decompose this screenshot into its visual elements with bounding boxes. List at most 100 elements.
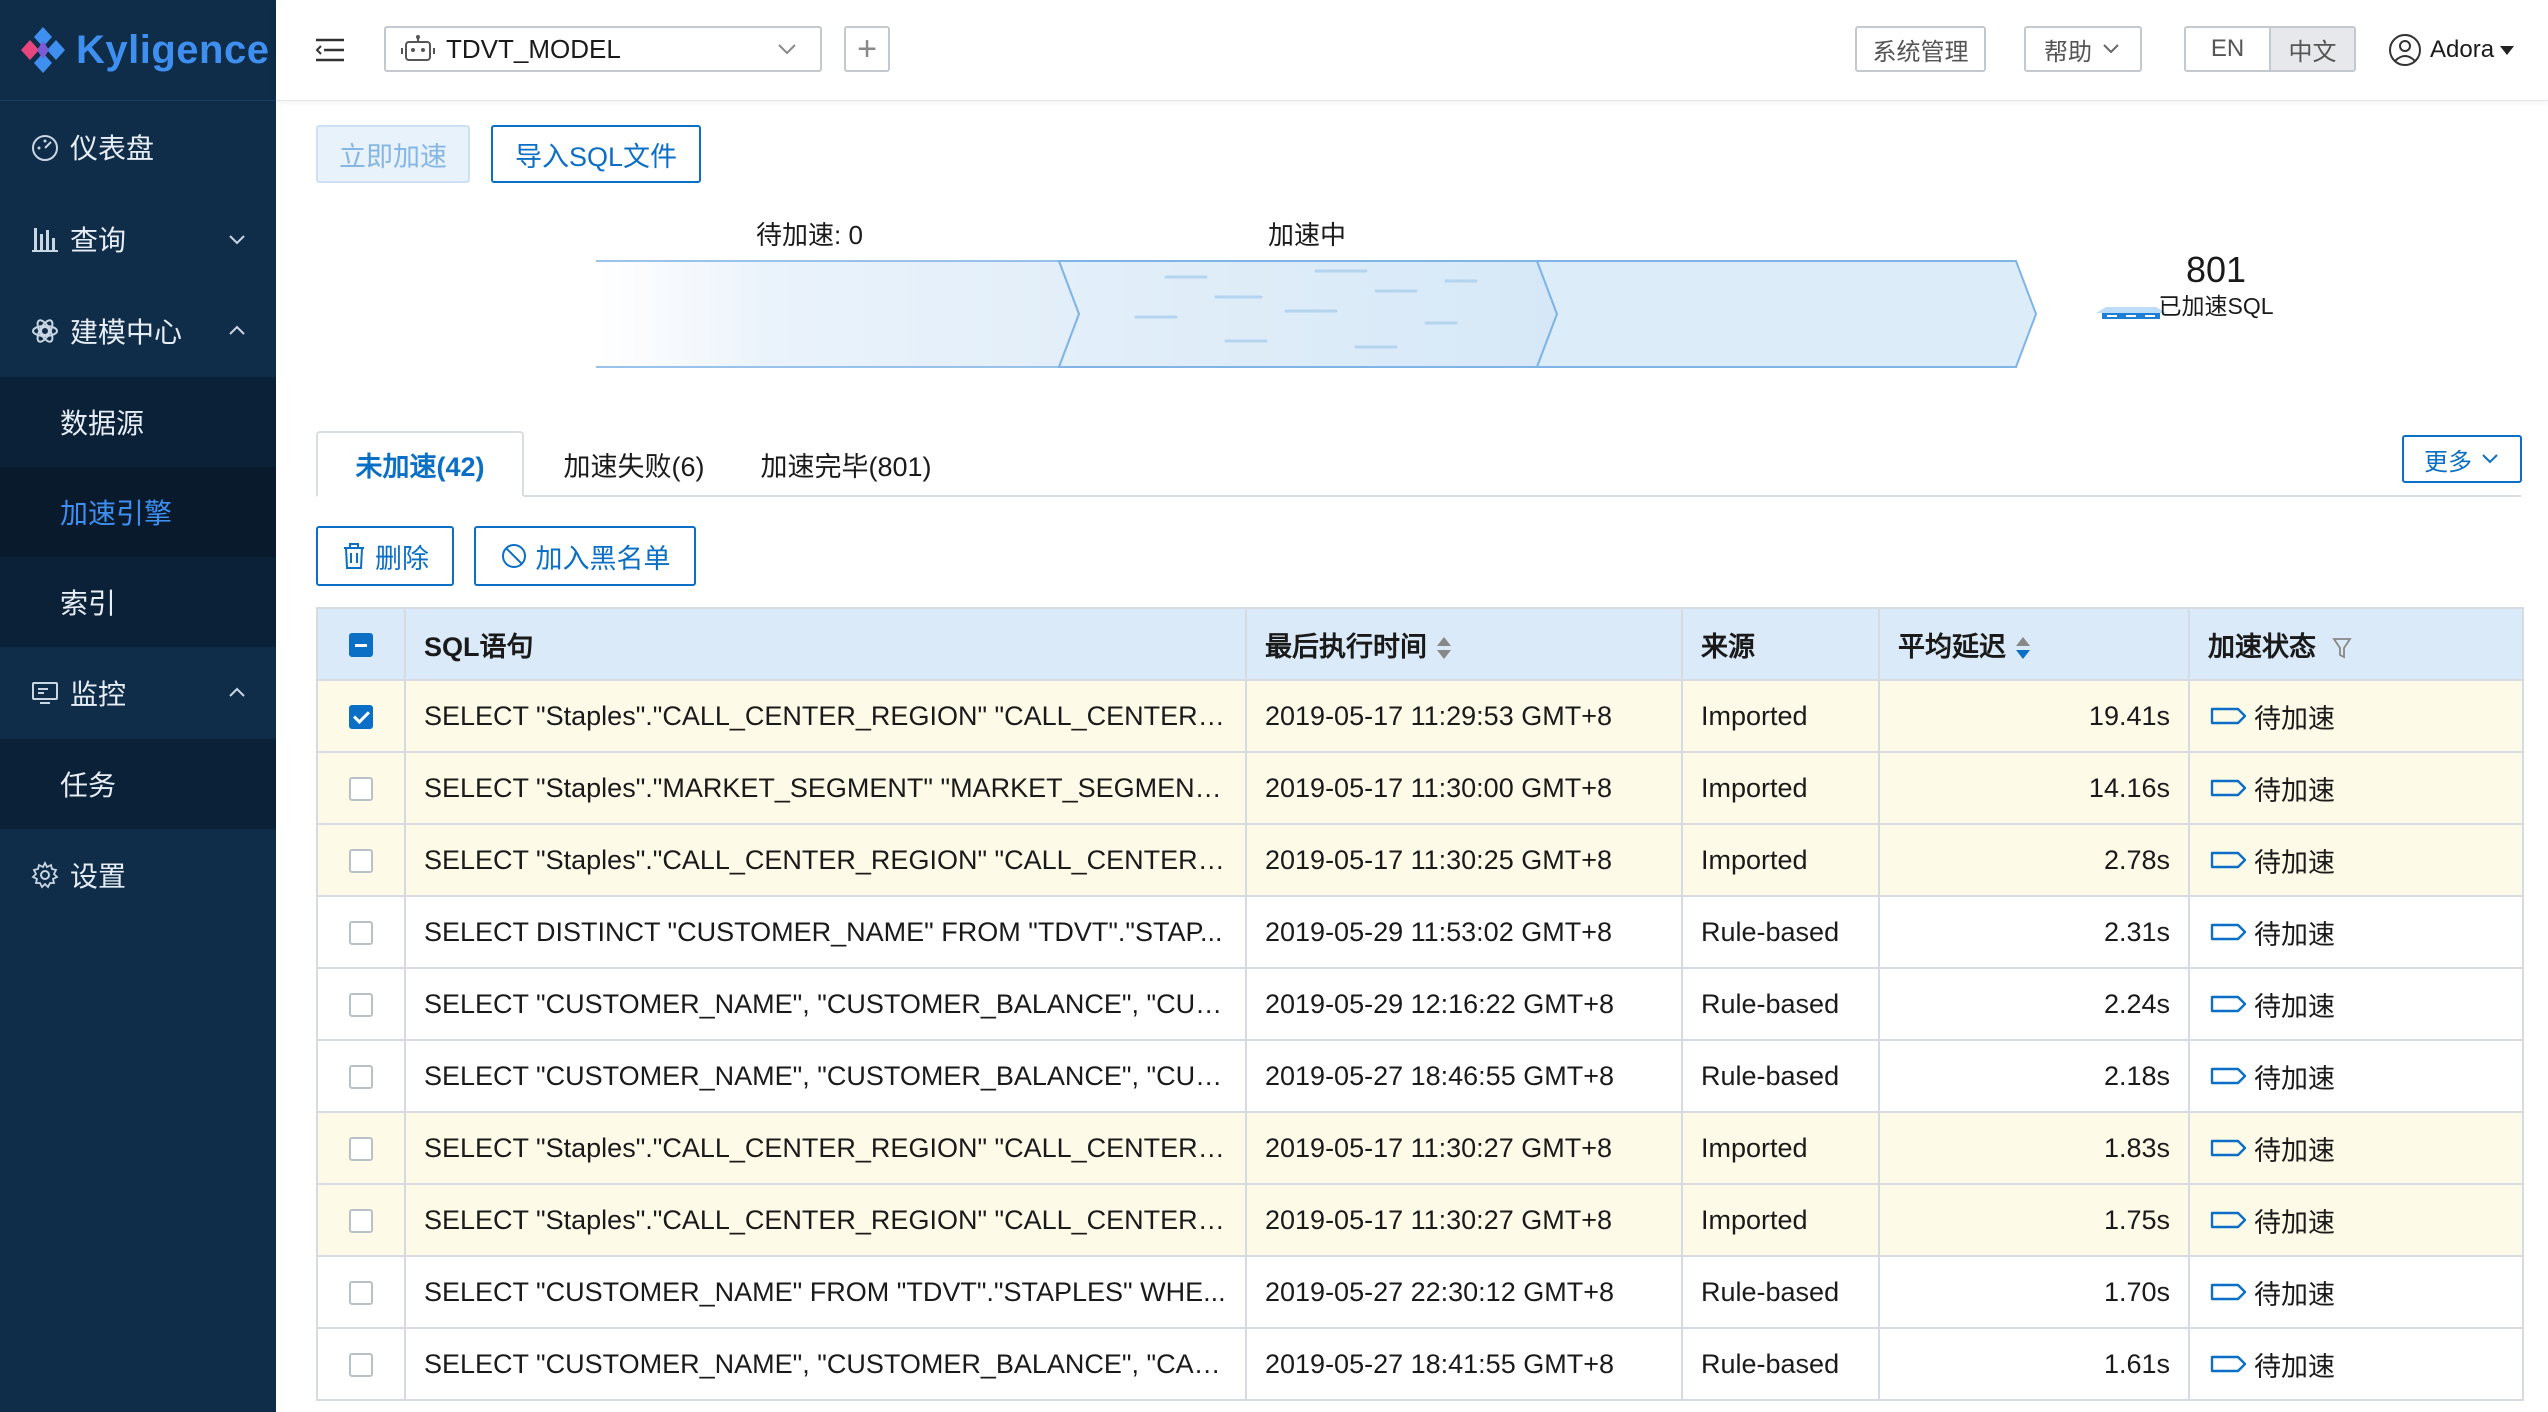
sidebar-item-acceleration-engine[interactable]: 加速引擎 [0,467,276,557]
lang-en-option[interactable]: EN [2186,28,2269,70]
more-button[interactable]: 更多 [2402,435,2522,483]
sql-cell[interactable]: SELECT "Staples"."CALL_CENTER_REGION" "C… [404,823,1247,897]
row-select-cell[interactable] [316,967,406,1041]
last-exec-time-cell: 2019-05-17 11:30:27 GMT+8 [1245,1111,1683,1185]
tab-completed[interactable]: 加速完毕(801) [746,431,946,497]
user-menu[interactable]: Adora [2388,30,2515,70]
row-checkbox[interactable] [349,1209,373,1234]
accelerate-now-button[interactable]: 立即加速 [316,125,470,183]
sort-icon[interactable] [1437,637,1451,660]
row-checkbox[interactable] [349,705,373,730]
collapse-menu-icon[interactable] [314,36,346,64]
status-cell: 待加速 [2188,967,2524,1041]
kyligence-logo-icon [18,25,68,75]
sidebar-item-settings[interactable]: 设置 [0,829,276,921]
sidebar-item-label: 查询 [70,225,127,256]
table-row[interactable]: SELECT "Staples"."CALL_CENTER_REGION" "C… [316,823,2524,897]
avg-latency-cell: 1.61s [1878,1327,2190,1401]
sql-cell[interactable]: SELECT "CUSTOMER_NAME" FROM "TDVT"."STAP… [404,1255,1247,1329]
sidebar-item-label: 数据源 [60,408,145,439]
sidebar-item-query[interactable]: 查询 [0,193,276,285]
avg-latency-cell: 14.16s [1878,751,2190,825]
sort-icon[interactable] [2016,637,2030,660]
model-select[interactable]: TDVT_MODEL [384,26,822,72]
last-exec-time-cell: 2019-05-17 11:30:00 GMT+8 [1245,751,1683,825]
add-model-button[interactable]: + [844,26,890,72]
avg-latency-cell: 2.24s [1878,967,2190,1041]
table-row[interactable]: SELECT "Staples"."CALL_CENTER_REGION" "C… [316,679,2524,753]
delete-button[interactable]: 删除 [316,526,454,586]
status-badge: 待加速 [2208,913,2504,952]
lang-zh-option[interactable]: 中文 [2269,28,2354,70]
row-select-cell[interactable] [316,823,406,897]
sidebar-item-tasks[interactable]: 任务 [0,739,276,829]
column-header-avg-latency[interactable]: 平均延迟 [1878,607,2190,681]
acceleration-flow-diagram [596,260,2166,368]
help-label: 帮助 [2044,38,2092,66]
sidebar-item-model-center[interactable]: 建模中心 [0,285,276,377]
gear-icon [28,858,62,892]
sql-cell[interactable]: SELECT "CUSTOMER_NAME", "CUSTOMER_BALANC… [404,1327,1247,1401]
row-checkbox[interactable] [349,1353,373,1378]
row-select-cell[interactable] [316,1039,406,1113]
avg-latency-cell: 1.75s [1878,1183,2190,1257]
chevron-down-icon [229,235,245,245]
select-all-checkbox[interactable] [349,633,373,658]
tag-icon [2210,1139,2247,1157]
row-checkbox[interactable] [349,921,373,946]
status-cell: 待加速 [2188,751,2524,825]
sql-cell[interactable]: SELECT "CUSTOMER_NAME", "CUSTOMER_BALANC… [404,967,1247,1041]
select-all-cell[interactable] [316,607,406,681]
language-switch[interactable]: EN 中文 [2184,26,2356,72]
row-select-cell[interactable] [316,1111,406,1185]
sidebar-item-data-source[interactable]: 数据源 [0,377,276,467]
sql-cell[interactable]: SELECT DISTINCT "CUSTOMER_NAME" FROM "TD… [404,895,1247,969]
table-row[interactable]: SELECT "CUSTOMER_NAME", "CUSTOMER_BALANC… [316,967,2524,1041]
sidebar-item-dashboard[interactable]: 仪表盘 [0,101,276,193]
row-select-cell[interactable] [316,679,406,753]
tab-failed[interactable]: 加速失败(6) [534,431,734,497]
sql-cell[interactable]: SELECT "Staples"."MARKET_SEGMENT" "MARKE… [404,751,1247,825]
tag-icon [2210,923,2247,941]
row-checkbox[interactable] [349,1065,373,1090]
table-row[interactable]: SELECT "CUSTOMER_NAME", "CUSTOMER_BALANC… [316,1327,2524,1401]
tab-not-accelerated[interactable]: 未加速(42) [316,431,524,497]
row-select-cell[interactable] [316,895,406,969]
table-row[interactable]: SELECT "Staples"."CALL_CENTER_REGION" "C… [316,1111,2524,1185]
status-label: 待加速 [2254,703,2335,734]
last-exec-time-cell: 2019-05-29 12:16:22 GMT+8 [1245,967,1683,1041]
blacklist-button[interactable]: 加入黑名单 [474,526,696,586]
column-header-last-exec-time[interactable]: 最后执行时间 [1245,607,1683,681]
import-sql-button[interactable]: 导入SQL文件 [491,125,701,183]
sql-cell[interactable]: SELECT "CUSTOMER_NAME", "CUSTOMER_BALANC… [404,1039,1247,1113]
status-label: 待加速 [2254,847,2335,878]
tag-icon [2210,779,2247,797]
help-button[interactable]: 帮助 [2024,26,2142,72]
column-header-status[interactable]: 加速状态 [2188,607,2524,681]
sidebar-item-monitor[interactable]: 监控 [0,647,276,739]
row-checkbox[interactable] [349,1137,373,1162]
table-row[interactable]: SELECT DISTINCT "CUSTOMER_NAME" FROM "TD… [316,895,2524,969]
brand-logo[interactable]: Kyligence [0,0,276,101]
table-row[interactable]: SELECT "Staples"."CALL_CENTER_REGION" "C… [316,1183,2524,1257]
table-row[interactable]: SELECT "Staples"."MARKET_SEGMENT" "MARKE… [316,751,2524,825]
row-checkbox[interactable] [349,849,373,874]
system-admin-button[interactable]: 系统管理 [1855,26,1986,72]
sidebar-item-label: 加速引擎 [60,498,173,529]
row-select-cell[interactable] [316,751,406,825]
sql-cell[interactable]: SELECT "Staples"."CALL_CENTER_REGION" "C… [404,1111,1247,1185]
last-exec-time-cell: 2019-05-17 11:29:53 GMT+8 [1245,679,1683,753]
row-select-cell[interactable] [316,1327,406,1401]
table-row[interactable]: SELECT "CUSTOMER_NAME", "CUSTOMER_BALANC… [316,1039,2524,1113]
row-select-cell[interactable] [316,1255,406,1329]
source-cell: Rule-based [1681,1327,1880,1401]
sql-cell[interactable]: SELECT "Staples"."CALL_CENTER_REGION" "C… [404,679,1247,753]
filter-icon[interactable] [2331,636,2352,660]
sql-cell[interactable]: SELECT "Staples"."CALL_CENTER_REGION" "C… [404,1183,1247,1257]
row-checkbox[interactable] [349,1281,373,1306]
row-checkbox[interactable] [349,777,373,802]
row-checkbox[interactable] [349,993,373,1018]
row-select-cell[interactable] [316,1183,406,1257]
sidebar-item-index[interactable]: 索引 [0,557,276,647]
table-row[interactable]: SELECT "CUSTOMER_NAME" FROM "TDVT"."STAP… [316,1255,2524,1329]
